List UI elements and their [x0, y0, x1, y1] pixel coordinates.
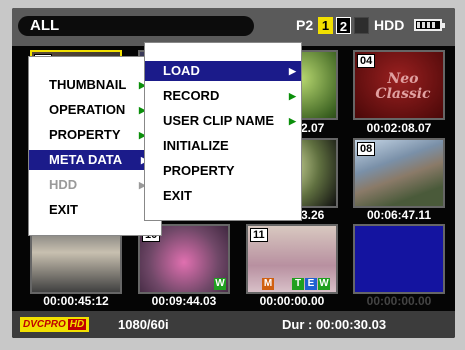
thumbnail-neon-text: Neo Classic — [375, 71, 431, 102]
menu-item-label: EXIT — [163, 188, 192, 203]
slot-3-indicator[interactable] — [354, 17, 369, 34]
submenu-item-property[interactable]: PROPERTY — [145, 161, 301, 181]
clip-badge-w: W — [214, 278, 226, 290]
submenu-item-initialize[interactable]: INITIALIZE — [145, 136, 301, 156]
main-menu: THUMBNAIL ▶ OPERATION ▶ PROPERTY ▶ META … — [28, 56, 162, 236]
submenu-item-record[interactable]: RECORD ▶ — [145, 86, 301, 106]
clip-number: 11 — [250, 228, 268, 242]
clip-thumbnail-04[interactable]: 04 Neo Classic — [353, 50, 445, 120]
slot-2-indicator[interactable]: 2 — [336, 17, 351, 34]
video-format: 1080/60i — [118, 317, 169, 332]
codec-logo: DVCPRO HD — [20, 317, 90, 332]
card-label: P2 — [296, 17, 314, 33]
clip-thumbnail-12[interactable] — [353, 224, 445, 294]
menu-item-label: INITIALIZE — [163, 138, 229, 153]
clip-number: 08 — [357, 142, 376, 156]
menu-item-label: OPERATION — [49, 102, 126, 117]
clip-badge-w: W — [318, 278, 330, 290]
menu-item-label: META DATA — [49, 152, 123, 167]
menu-item-label: LOAD — [163, 63, 200, 78]
submenu-arrow-icon: ▶ — [289, 91, 296, 101]
battery-icon — [414, 19, 445, 31]
codec-name: DVCPRO — [23, 319, 66, 330]
clip-thumbnail-08[interactable]: 08 — [353, 138, 445, 208]
clip-timecode: 00:00:00.00 — [259, 294, 325, 308]
menu-item-label: USER CLIP NAME — [163, 113, 274, 128]
menu-item-property[interactable]: PROPERTY ▶ — [29, 125, 161, 145]
clip-badge-m: M — [262, 278, 274, 290]
submenu-arrow-icon: ▶ — [289, 116, 296, 126]
menu-item-label: HDD — [49, 177, 78, 192]
menu-item-label: PROPERTY — [49, 127, 121, 142]
menu-item-label: PROPERTY — [163, 163, 235, 178]
menu-item-hdd: HDD ▶ — [29, 175, 161, 195]
menu-item-label: THUMBNAIL — [49, 77, 127, 92]
hdd-label: HDD — [374, 17, 405, 33]
clip-timecode: 00:02:08.07 — [366, 121, 432, 135]
codec-hd: HD — [67, 319, 87, 330]
clip-filter-label[interactable]: ALL — [18, 16, 254, 36]
menu-item-operation[interactable]: OPERATION ▶ — [29, 100, 161, 120]
clip-timecode: 00:09:44.03 — [151, 294, 217, 308]
battery-level-fill — [417, 22, 435, 28]
submenu-arrow-icon: ▶ — [289, 66, 296, 76]
menu-item-exit[interactable]: EXIT — [29, 200, 161, 220]
clip-badge-e: E — [305, 278, 317, 290]
clip-badge-t: T — [292, 278, 304, 290]
viewfinder-screen: ALL P2 1 2 HDD 01 04 Neo Classic 00:00:1… — [12, 8, 455, 338]
submenu-item-load[interactable]: LOAD ▶ — [145, 61, 301, 81]
submenu-item-user-clip-name[interactable]: USER CLIP NAME ▶ — [145, 111, 301, 131]
slot-1-indicator[interactable]: 1 — [318, 17, 333, 34]
clip-timecode: 00:00:45:12 — [43, 294, 109, 308]
menu-item-label: EXIT — [49, 202, 78, 217]
menu-item-meta-data[interactable]: META DATA ▶ — [29, 150, 161, 170]
duration-readout: Dur : 00:00:30.03 — [282, 317, 387, 332]
clip-timecode: 00:00:00.00 — [366, 294, 432, 308]
submenu-item-exit[interactable]: EXIT — [145, 186, 301, 206]
clip-thumbnail-11[interactable]: 11 M T E W — [246, 224, 338, 294]
clip-timecode: 00:06:47.11 — [366, 208, 432, 222]
meta-data-submenu: LOAD ▶ RECORD ▶ USER CLIP NAME ▶ INITIAL… — [144, 42, 302, 221]
menu-item-label: RECORD — [163, 88, 220, 103]
status-bar: ALL P2 1 2 HDD — [12, 8, 455, 46]
clip-number: 04 — [357, 54, 376, 68]
menu-item-thumbnail[interactable]: THUMBNAIL ▶ — [29, 75, 161, 95]
format-bar: DVCPRO HD 1080/60i Dur : 00:00:30.03 — [12, 311, 455, 338]
